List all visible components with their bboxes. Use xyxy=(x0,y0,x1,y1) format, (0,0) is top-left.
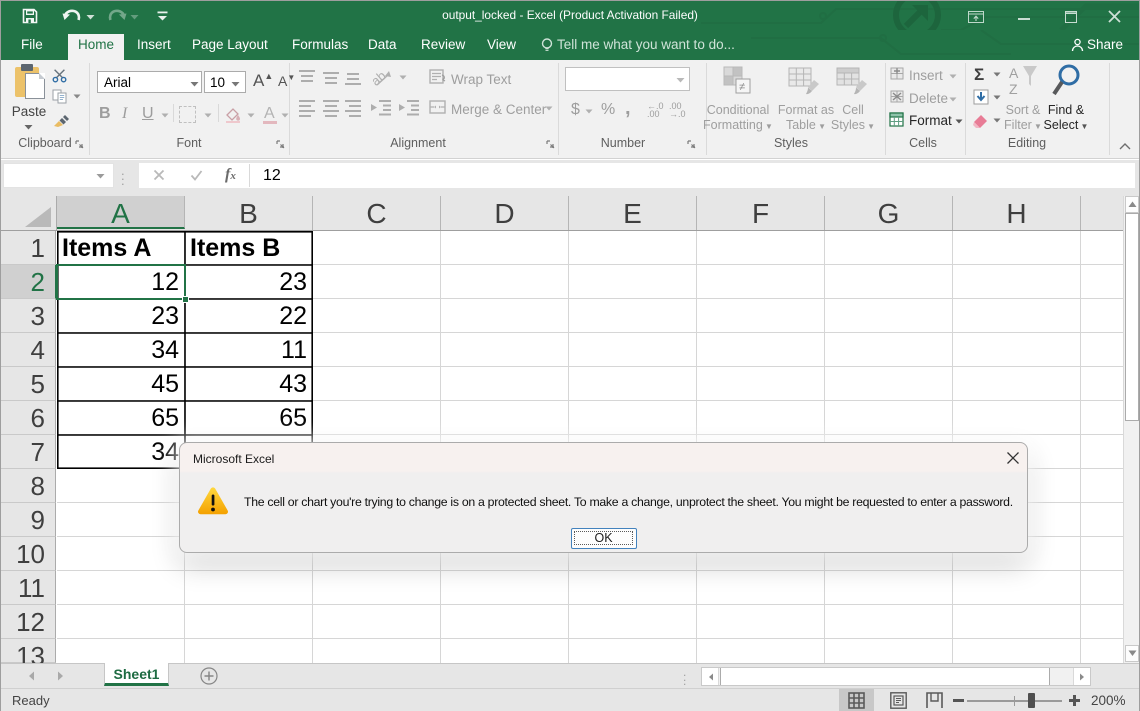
svg-text:Z: Z xyxy=(1009,81,1018,97)
svg-text:≠: ≠ xyxy=(739,81,745,93)
svg-text:A: A xyxy=(1009,65,1019,81)
svg-text:ab: ab xyxy=(373,69,389,87)
